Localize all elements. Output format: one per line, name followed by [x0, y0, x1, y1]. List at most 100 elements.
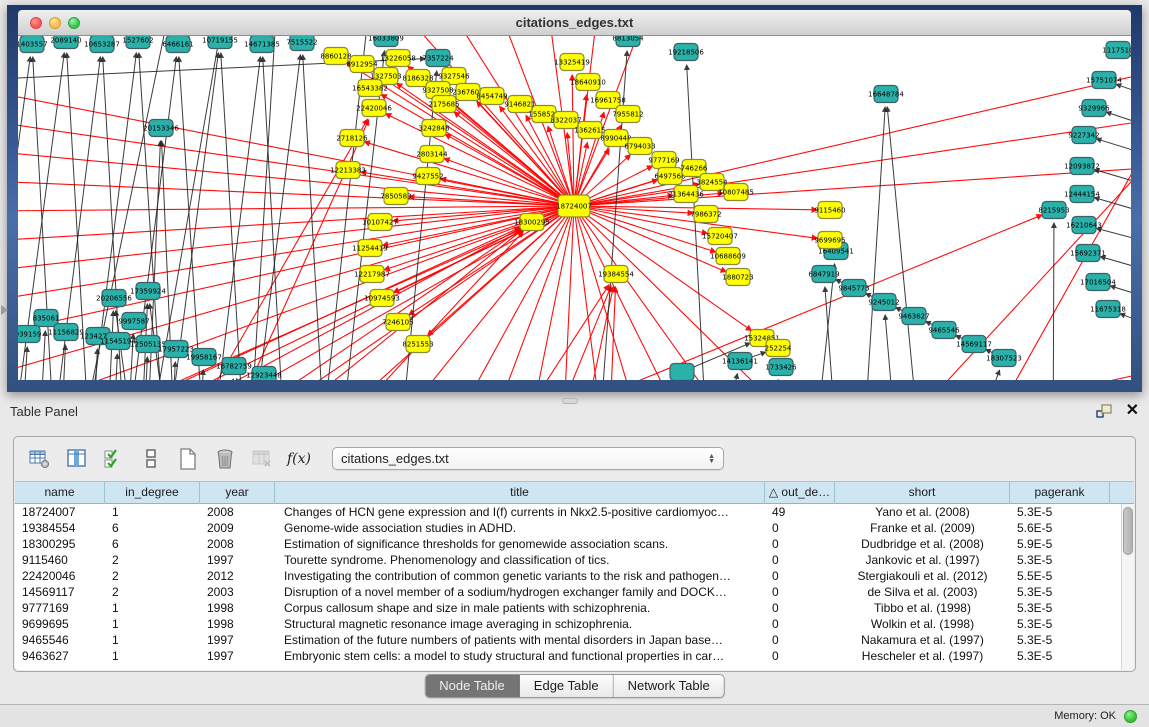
graph-node-label: 1880723 — [722, 274, 753, 282]
table-cell-pagerank: 5.3E-5 — [1010, 552, 1110, 568]
graph-node-label: 9777169 — [648, 157, 679, 165]
table-cell-name: 9115460 — [15, 552, 105, 568]
graph-node-label: 1117510 — [1102, 47, 1131, 55]
graph-node-label: 20206556 — [96, 295, 132, 303]
table-cell-title: Structural magnetic resonance image aver… — [275, 616, 765, 632]
table-cell-short: Franke et al. (2009) — [835, 520, 1010, 536]
scrollbar-thumb[interactable] — [1123, 507, 1133, 555]
delete-column-icon[interactable] — [213, 447, 237, 471]
table-header: namein_degreeyeartitle△ out_de…shortpage… — [15, 482, 1134, 504]
graph-edge — [179, 57, 208, 380]
tab-edge-table[interactable]: Edge Table — [520, 675, 614, 697]
graph-node-label: 6497568 — [654, 173, 685, 181]
graph-node-label: 3824554 — [696, 179, 728, 187]
window-titlebar[interactable]: citations_edges.txt — [18, 10, 1131, 36]
graph-node-label: 21364436 — [668, 191, 704, 199]
graph-edge — [18, 206, 574, 380]
table-cell-in_degree: 6 — [105, 520, 200, 536]
table-cell-year: 2008 — [200, 504, 275, 520]
tab-network-table[interactable]: Network Table — [614, 675, 724, 697]
minimize-window-icon[interactable] — [49, 17, 61, 29]
network-canvas[interactable]: 1403557208914010653287152760264661611071… — [18, 36, 1131, 380]
table-row[interactable]: 946362711997Embryonic stem cells: a mode… — [15, 648, 1134, 664]
graph-node-label: 2089140 — [50, 37, 81, 45]
graph-node-label: 12093872 — [1064, 163, 1100, 171]
table-scrollbar[interactable] — [1121, 504, 1134, 670]
graph-node-label: 7850583 — [380, 193, 411, 201]
graph-edge — [488, 206, 574, 380]
column-header-out_degree[interactable]: △ out_de… — [765, 482, 835, 504]
graph-node-label: 2175685 — [428, 101, 459, 109]
table-cell-pagerank: 5.3E-5 — [1010, 616, 1110, 632]
graph-node-label: 1733426 — [765, 364, 797, 372]
delete-table-icon[interactable] — [250, 447, 274, 471]
graph-node-label: 10107427 — [362, 219, 398, 227]
graph-edge — [863, 107, 885, 380]
close-panel-icon[interactable]: ✕ — [1126, 403, 1139, 419]
select-columns-icon[interactable] — [102, 447, 126, 471]
table-cell-name: 18724007 — [15, 504, 105, 520]
table-cell-in_degree: 1 — [105, 600, 200, 616]
table-cell-title: Genome-wide association studies in ADHD. — [275, 520, 765, 536]
status-bar: Memory: OK — [0, 704, 1149, 727]
table-row[interactable]: 911546021997Tourette syndrome. Phenomeno… — [15, 552, 1134, 568]
function-builder-icon[interactable]: f(x) — [287, 447, 311, 471]
column-header-name[interactable]: name — [15, 482, 105, 504]
column-header-pagerank[interactable]: pagerank — [1010, 482, 1110, 504]
table-cell-out_degree: 0 — [765, 552, 835, 568]
table-row[interactable]: 2242004622012Investigating the contribut… — [15, 568, 1134, 584]
graph-edge — [887, 107, 920, 380]
table-mode-icon[interactable] — [139, 447, 163, 471]
create-column-icon[interactable] — [176, 447, 200, 471]
table-cell-title: Changes of HCN gene expression and I(f) … — [275, 504, 765, 520]
table-cell-in_degree: 1 — [105, 632, 200, 648]
table-cell-out_degree: 0 — [765, 648, 835, 664]
table-cell-in_degree: 6 — [105, 536, 200, 552]
table-row[interactable]: 977716911998Corpus callosum shape and si… — [15, 600, 1134, 616]
network-graph[interactable]: 1403557208914010653287152760264661611071… — [18, 36, 1131, 380]
close-window-icon[interactable] — [30, 17, 42, 29]
graph-edge — [1094, 170, 1131, 194]
graph-node-label: 12213383 — [330, 167, 366, 175]
column-header-short[interactable]: short — [835, 482, 1010, 504]
table-row[interactable]: 1938455462009Genome-wide association stu… — [15, 520, 1134, 536]
graph-node-label: 6847919 — [808, 271, 839, 279]
graph-node-label: 1403557 — [18, 41, 48, 49]
column-header-title[interactable]: title — [275, 482, 765, 504]
table-row[interactable]: 1830029562008Estimation of significance … — [15, 536, 1134, 552]
table-row[interactable]: 1872400712008Changes of HCN gene express… — [15, 504, 1134, 520]
table-cell-year: 2008 — [200, 536, 275, 552]
table-settings-icon[interactable] — [28, 447, 52, 471]
show-column-icon[interactable] — [65, 447, 89, 471]
graph-node-label: 8251553 — [402, 341, 433, 349]
table-cell-year: 2009 — [200, 520, 275, 536]
table-cell-in_degree: 1 — [105, 648, 200, 664]
graph-node-label: 12444154 — [1064, 191, 1100, 199]
table-cell-in_degree: 2 — [105, 584, 200, 600]
graph-edge — [263, 57, 288, 380]
tab-node-table[interactable]: Node Table — [425, 675, 520, 697]
memory-status-label: Memory: OK — [1054, 710, 1116, 722]
graph-node-label: 20153346 — [143, 125, 179, 133]
column-header-year[interactable]: year — [200, 482, 275, 504]
table-row[interactable]: 969969511998Structural magnetic resonanc… — [15, 616, 1134, 632]
table-panel: f(x) citations_edges.txt ▲▼ namein_degre… — [13, 436, 1136, 672]
table-cell-out_degree: 0 — [765, 616, 835, 632]
graph-edge — [885, 315, 898, 380]
float-panel-icon[interactable] — [1096, 403, 1114, 419]
table-row[interactable]: 1456911722003Disruption of a novel membe… — [15, 584, 1134, 600]
graph-node-label: 10719155 — [202, 37, 238, 45]
table-row[interactable]: 946554611997Estimation of the future num… — [15, 632, 1134, 648]
graph-node-label: 18307523 — [986, 355, 1022, 363]
column-header-in_degree[interactable]: in_degree — [105, 482, 200, 504]
graph-node[interactable] — [670, 364, 694, 381]
table-selector-dropdown[interactable]: citations_edges.txt ▲▼ — [332, 447, 724, 470]
graph-node-label: 18300295 — [514, 219, 550, 227]
graph-node-label: 14569117 — [956, 341, 992, 349]
zoom-window-icon[interactable] — [68, 17, 80, 29]
table-cell-short: Yano et al. (2008) — [835, 504, 1010, 520]
graph-node-label: 1527602 — [122, 37, 153, 45]
graph-node-label: 18724007 — [556, 203, 592, 211]
graph-node-label: 11675318 — [1090, 306, 1126, 314]
graph-node-label: 10653287 — [84, 41, 120, 49]
